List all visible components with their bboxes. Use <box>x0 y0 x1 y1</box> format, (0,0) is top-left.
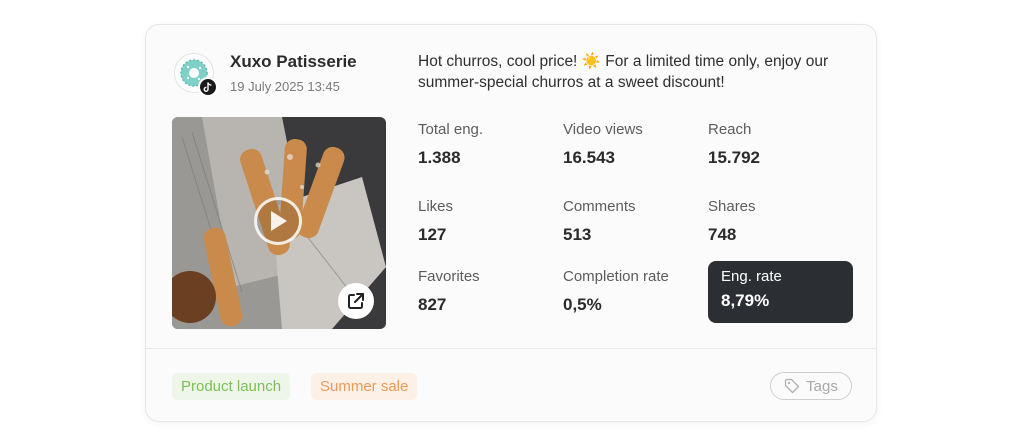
metric-label: Likes <box>418 198 454 215</box>
tags-button[interactable]: Tags <box>770 372 852 400</box>
metric-label: Reach <box>708 121 752 138</box>
metric-label: Comments <box>563 198 636 215</box>
post-card: Xuxo Patisserie 19 July 2025 13:45 Hot c… <box>145 24 877 422</box>
metric-comments: Comments 513 <box>563 198 636 245</box>
metric-value: 0,5% <box>563 295 602 314</box>
card-divider <box>146 348 876 349</box>
metric-likes: Likes 127 <box>418 198 453 245</box>
metric-value: 827 <box>418 295 447 314</box>
metric-value: 16.543 <box>563 148 615 167</box>
tag-product-launch[interactable]: Product launch <box>172 373 291 400</box>
metric-value: 748 <box>708 225 737 244</box>
tiktok-icon <box>198 77 218 97</box>
metric-label: Shares <box>708 198 756 215</box>
metric-completion-rate: Completion rate 0,5% <box>563 268 669 315</box>
metric-value: 127 <box>418 225 447 244</box>
metric-favorites: Favorites 827 <box>418 268 480 315</box>
post-date: 19 July 2025 13:45 <box>230 79 340 94</box>
metric-label: Video views <box>563 121 643 138</box>
post-caption: Hot churros, cool price! ☀️ For a limite… <box>418 53 829 91</box>
metric-value: 513 <box>563 225 592 244</box>
metric-shares: Shares 748 <box>708 198 756 245</box>
metric-engagement-rate: Eng. rate 8,79% <box>708 261 853 323</box>
play-button[interactable] <box>254 197 302 245</box>
metric-video-views: Video views 16.543 <box>563 121 643 168</box>
tags-button-label: Tags <box>806 377 838 395</box>
metric-value: 15.792 <box>708 148 760 167</box>
account-name[interactable]: Xuxo Patisserie <box>230 52 357 72</box>
metric-reach: Reach 15.792 <box>708 121 760 168</box>
metric-value: 8,79% <box>721 291 770 310</box>
metric-label: Favorites <box>418 268 480 285</box>
metric-value: 1.388 <box>418 148 461 167</box>
metric-label: Completion rate <box>563 268 669 285</box>
metric-total-engagement: Total eng. 1.388 <box>418 121 483 168</box>
video-thumbnail[interactable] <box>172 117 386 329</box>
tag-summer-sale[interactable]: Summer sale <box>311 373 418 400</box>
play-icon <box>271 211 287 231</box>
open-external-button[interactable] <box>338 283 374 319</box>
account-avatar <box>174 53 218 97</box>
tag-icon <box>785 378 800 394</box>
metric-label: Eng. rate <box>721 268 782 285</box>
external-link-icon <box>348 293 364 309</box>
metric-label: Total eng. <box>418 121 484 138</box>
